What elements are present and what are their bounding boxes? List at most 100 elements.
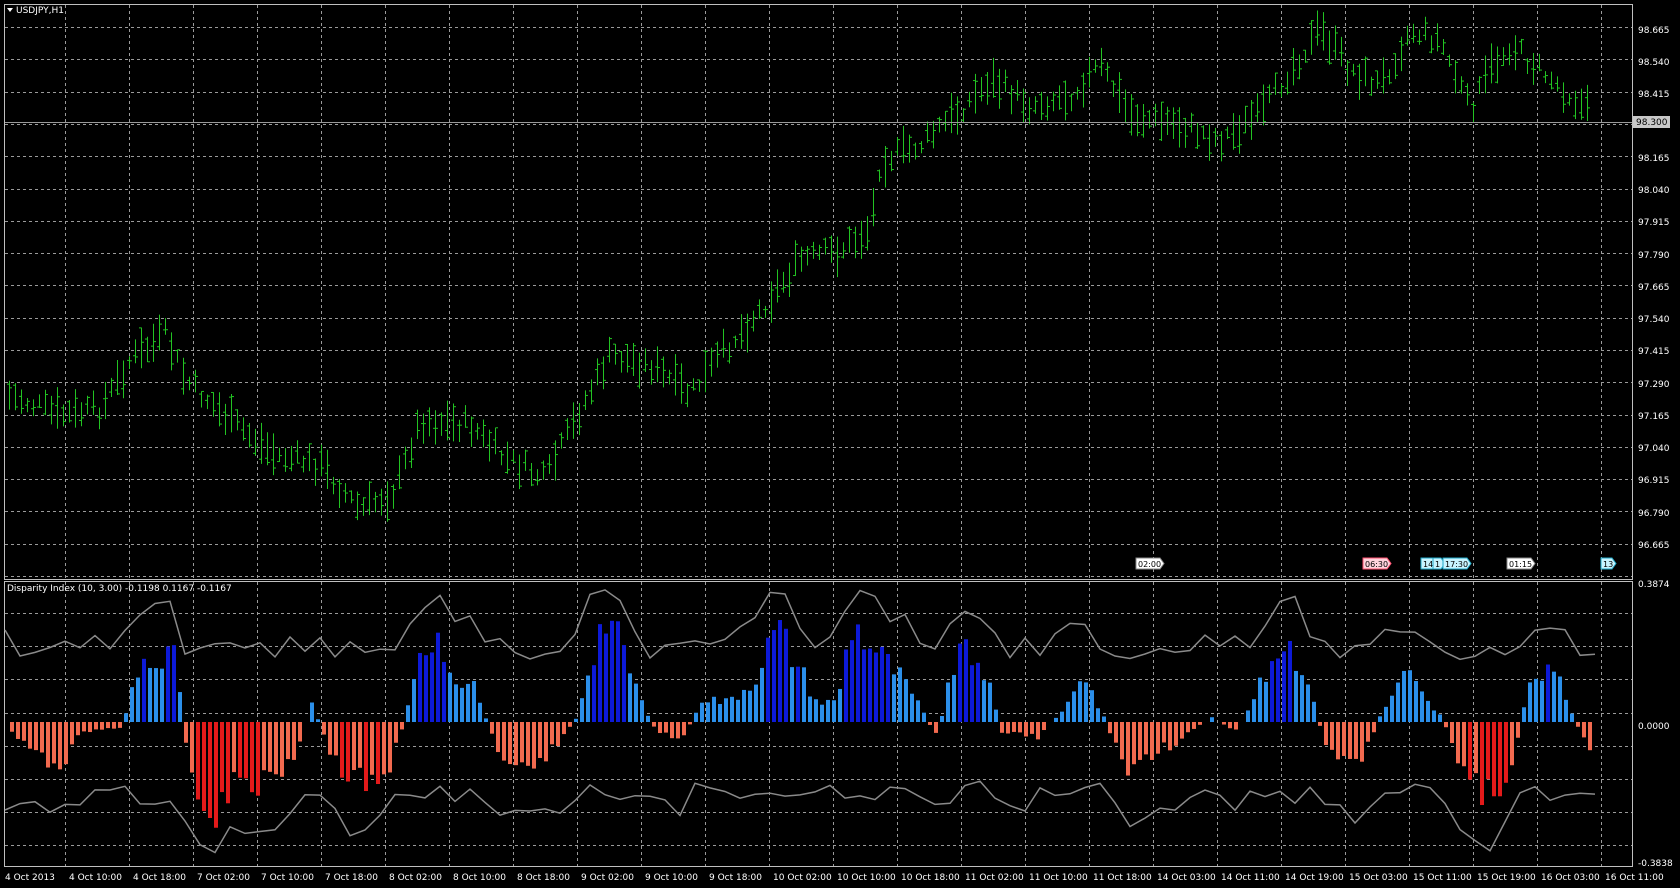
time-axis-tick: 7 Oct 18:00 [325,873,378,883]
histogram-bar [1492,722,1496,797]
histogram-bar [160,668,164,722]
time-axis-tick: 8 Oct 02:00 [389,873,442,883]
histogram-bar [850,640,854,722]
histogram-bar [562,722,566,735]
histogram-bar [244,722,248,779]
trading-chart[interactable]: USDJPY,H1 Disparity Index (10, 3.00) -0.… [0,0,1680,888]
histogram-bar [1228,722,1232,729]
histogram-bar [610,620,614,722]
time-axis-tick: 15 Oct 03:00 [1349,873,1408,883]
histogram-bar [928,722,932,725]
histogram-bar [1120,722,1124,760]
histogram-bar [238,722,242,778]
histogram-bar [340,722,344,778]
histogram-bar [526,722,530,766]
histogram-bar [994,709,998,722]
histogram-bar [1192,722,1196,729]
histogram-bar [1168,722,1172,751]
histogram-bar [184,722,188,743]
histogram-bar [640,700,644,722]
histogram-bar [814,699,818,722]
histogram-bar [1474,722,1478,774]
histogram-bar [922,712,926,722]
histogram-bar [1090,690,1094,722]
histogram-bar [94,722,98,730]
histogram-bar [778,620,782,722]
histogram-bar [1348,722,1352,759]
histogram-bar [826,699,830,722]
histogram-bar [1114,722,1118,743]
histogram-bar [1456,722,1460,764]
histogram-bar [970,665,974,722]
price-axis-tick: 96.790 [1638,509,1670,519]
histogram-bar [1504,722,1508,783]
histogram-bar [790,667,794,722]
price-axis-tick: 97.915 [1638,218,1670,228]
time-axis-tick: 4 Oct 10:00 [69,873,122,883]
histogram-bar [16,722,20,739]
histogram-bar [652,722,656,727]
histogram-bar [568,722,572,727]
time-axis-tick: 10 Oct 10:00 [837,873,896,883]
time-axis-tick: 8 Oct 18:00 [517,873,570,883]
time-axis-tick: 14 Oct 19:00 [1285,873,1344,883]
histogram-bar [766,637,770,722]
histogram-bar [256,722,260,796]
histogram-bar [472,681,476,722]
histogram-bar [538,722,542,758]
histogram-bar [490,722,494,734]
histogram-bar [706,702,710,722]
time-axis-tick: 9 Oct 10:00 [645,873,698,883]
histogram-bar [616,621,620,722]
histogram-bar [406,705,410,722]
histogram-bar [934,722,938,733]
histogram-bar [460,687,464,722]
histogram-bar [1288,640,1292,722]
symbol-header[interactable]: USDJPY,H1 [7,6,64,16]
histogram-bar [976,662,980,722]
histogram-bar [532,722,536,769]
histogram-bar [754,684,758,722]
histogram-bar [82,722,86,732]
histogram-bar [1324,722,1328,746]
histogram-bar [724,698,728,722]
histogram-bar [34,722,38,751]
time-axis-tick: 14 Oct 11:00 [1221,873,1280,883]
histogram-bar [1570,713,1574,722]
histogram-bar [712,696,716,722]
price-axis-tick: 97.790 [1638,251,1670,261]
time-axis-tick: 11 Oct 18:00 [1093,873,1152,883]
histogram-bar [376,722,380,784]
histogram-bar [514,722,518,766]
histogram-bar [1270,661,1274,722]
histogram-bar [1312,701,1316,722]
histogram-bar [118,722,122,728]
histogram-bar [286,722,290,760]
histogram-bar [1294,670,1298,722]
histogram-bar [586,675,590,722]
histogram-bar [574,718,578,722]
histogram-bar [634,683,638,722]
histogram-bar [1330,722,1334,750]
histogram-bar [682,722,686,736]
histogram-bar [370,722,374,775]
histogram-bar [496,722,500,753]
histogram-bar [154,668,158,722]
histogram-bar [838,688,842,722]
price-axis-tick: 97.040 [1638,444,1670,454]
histogram-bar [688,722,692,725]
histogram-bar [22,722,26,741]
histogram-bar [1582,722,1586,738]
histogram-bar [178,692,182,722]
histogram-bar [388,722,392,773]
histogram-bar [1210,717,1214,722]
histogram-bar [1180,722,1184,739]
histogram-bar [1516,722,1520,738]
histogram-bar [268,722,272,772]
histogram-bar [1138,722,1142,760]
histogram-bar [1126,722,1130,776]
histogram-bar [1498,722,1502,797]
histogram-bar [862,649,866,722]
time-axis-tick: 11 Oct 10:00 [1029,873,1088,883]
time-axis-tick: 9 Oct 18:00 [709,873,762,883]
